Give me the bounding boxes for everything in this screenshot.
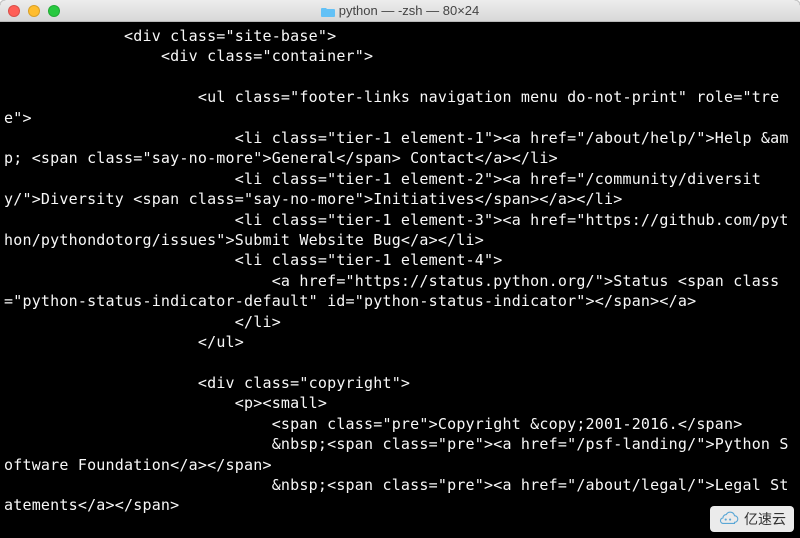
- minimize-icon[interactable]: [28, 5, 40, 17]
- window-title: python — -zsh — 80×24: [0, 3, 800, 18]
- watermark-text: 亿速云: [744, 509, 786, 529]
- window-title-text: python — -zsh — 80×24: [339, 3, 480, 18]
- watermark: 亿速云: [710, 506, 794, 532]
- terminal-output[interactable]: <div class="site-base"> <div class="cont…: [0, 22, 800, 538]
- zoom-icon[interactable]: [48, 5, 60, 17]
- folder-icon: [321, 5, 335, 16]
- terminal-window: python — -zsh — 80×24 <div class="site-b…: [0, 0, 800, 538]
- close-icon[interactable]: [8, 5, 20, 17]
- window-titlebar[interactable]: python — -zsh — 80×24: [0, 0, 800, 22]
- cloud-icon: [718, 511, 740, 527]
- traffic-lights: [8, 5, 60, 17]
